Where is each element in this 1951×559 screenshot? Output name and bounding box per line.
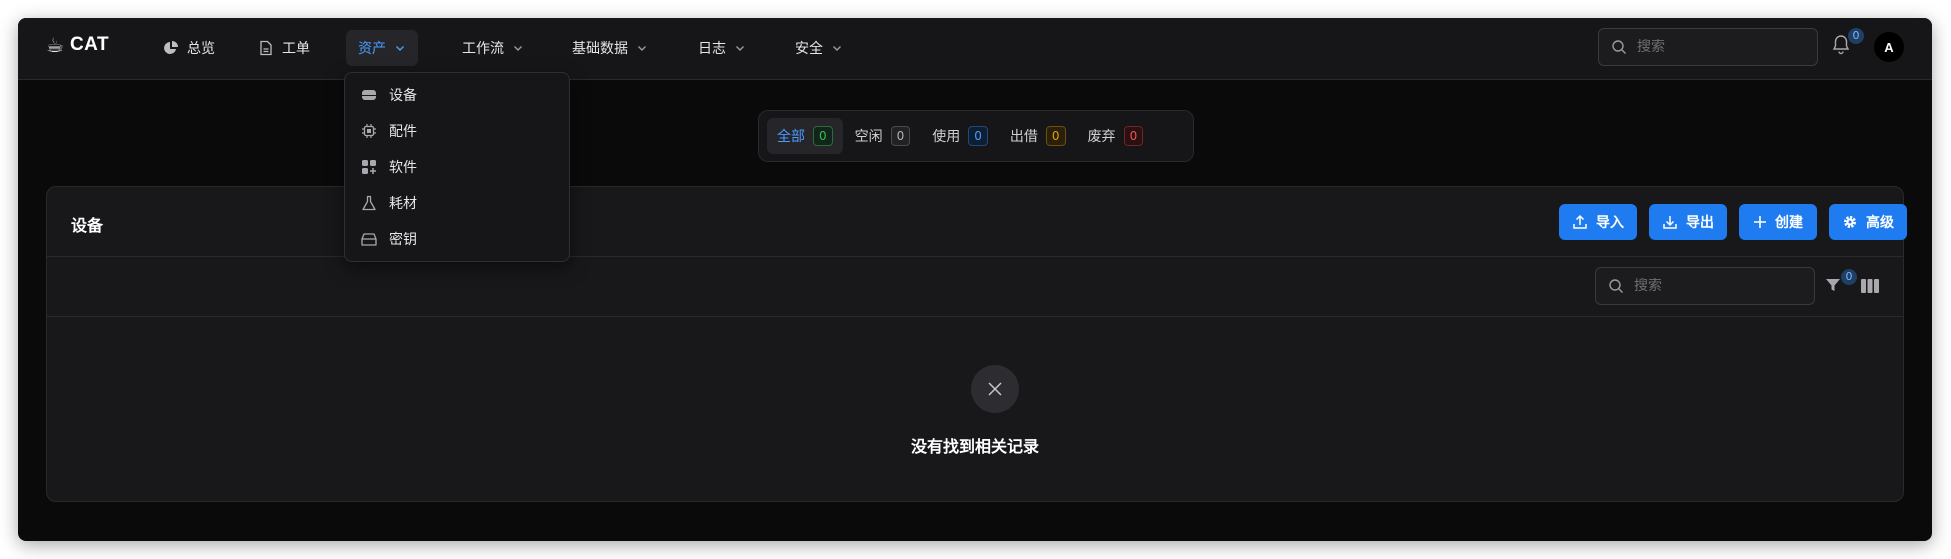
create-button[interactable]: 创建 [1739,204,1817,240]
table-search[interactable] [1595,267,1815,305]
avatar[interactable]: A [1874,32,1904,62]
global-search[interactable] [1598,28,1818,66]
menu-item-label: 配件 [389,124,417,140]
menu-item-label: 耗材 [389,196,417,212]
download-icon [1663,216,1677,229]
search-icon [1612,40,1626,54]
nav-item-label: 工单 [282,41,310,57]
status-count-badge: 0 [813,126,833,146]
advanced-button-label: 高级 [1866,215,1894,231]
close-icon [988,382,1002,396]
columns-icon[interactable] [1861,279,1879,293]
status-tab-label: 废弃 [1087,129,1116,145]
nav-item-assets[interactable]: 资产 [346,30,418,66]
empty-state-icon [971,365,1019,413]
coffee-icon: ☕ [46,33,64,57]
page-title: 设备 [71,216,104,235]
chip-icon [362,124,376,138]
status-tab-in-use[interactable]: 使用 0 [922,118,998,154]
menu-item-label: 软件 [389,160,417,176]
assets-dropdown-menu: 设备 配件 软件 耗材 密钥 [344,72,570,262]
menu-item-software[interactable]: 软件 [351,149,563,185]
status-tab-all[interactable]: 全部 0 [767,118,843,154]
status-count-badge: 0 [968,126,988,146]
device-card: 设备 导入 导出 创建 高级 0 [46,186,1907,502]
app-window: ☕ CAT 总览 工单 资产 工作流 基础数据 日志 安全 搜索 0 A 全部 … [18,18,1932,541]
nav-item-label: 资产 [358,41,386,57]
apps-icon [362,160,376,174]
upload-icon [1573,214,1587,229]
nav-item-label: 安全 [795,41,823,57]
status-tab-label: 空闲 [854,129,883,145]
notification-badge: 0 [1848,28,1864,44]
chevron-down-icon [736,46,744,51]
nav-item-tickets[interactable]: 工单 [246,30,322,66]
status-count-badge: 0 [1123,126,1144,146]
filter-icon[interactable] [1825,277,1841,293]
advanced-button[interactable]: 高级 [1829,204,1907,240]
create-button-label: 创建 [1775,215,1803,231]
key-drawer-icon [361,233,377,246]
plus-icon [1754,216,1766,228]
import-button[interactable]: 导入 [1559,204,1637,240]
card-header: 设备 导入 导出 创建 高级 [47,187,1907,257]
nav-item-label: 工作流 [462,41,504,57]
menu-item-label: 设备 [389,88,417,104]
menu-item-consumables[interactable]: 耗材 [351,185,563,221]
menu-item-licenses[interactable]: 密钥 [351,221,563,257]
global-search-input[interactable] [1637,39,1787,55]
top-navbar: ☕ CAT 总览 工单 资产 工作流 基础数据 日志 安全 搜索 0 A [18,18,1932,80]
status-tab-discarded[interactable]: 废弃 0 [1078,118,1154,154]
logo-text: CAT [69,34,110,55]
export-button[interactable]: 导出 [1649,204,1727,240]
status-tab-lent[interactable]: 出借 0 [1000,118,1076,154]
status-count-badge: 0 [890,126,911,146]
status-filter: 全部 0 空闲 0 使用 0 出借 0 废弃 0 [758,110,1194,162]
table-toolbar: 0 [47,257,1903,317]
chevron-down-icon [396,46,404,51]
status-tab-idle[interactable]: 空闲 0 [845,118,921,154]
server-icon [362,90,376,100]
document-icon [260,40,272,56]
menu-item-devices[interactable]: 设备 [351,77,563,113]
status-tab-label: 全部 [777,129,805,145]
logo[interactable]: ☕ CAT [46,34,109,56]
flask-icon [362,195,376,211]
status-tab-label: 出借 [1009,129,1038,145]
empty-state-text: 没有找到相关记录 [910,437,1039,456]
filter-count-badge: 0 [1841,269,1857,285]
status-count-badge: 0 [1045,126,1066,146]
nav-item-label: 总览 [187,41,215,57]
table-search-input[interactable] [1634,278,1784,294]
export-button-label: 导出 [1686,215,1714,231]
menu-item-label: 密钥 [389,232,417,248]
nav-item-overview[interactable]: 总览 [151,30,227,66]
menu-item-accessories[interactable]: 配件 [351,113,563,149]
search-icon [1609,279,1623,293]
chevron-down-icon [514,46,522,51]
gear-icon [1844,216,1856,228]
import-button-label: 导入 [1596,215,1624,231]
nav-item-label: 日志 [698,41,726,57]
chevron-down-icon [638,46,646,51]
pie-chart-icon [164,41,178,54]
nav-item-master-data[interactable]: 基础数据 [560,30,660,66]
nav-item-security[interactable]: 安全 [783,30,855,66]
nav-item-label: 基础数据 [572,41,628,57]
nav-item-logs[interactable]: 日志 [686,30,758,66]
nav-item-workflow[interactable]: 工作流 [450,30,536,66]
chevron-down-icon [833,46,841,51]
status-tab-label: 使用 [932,129,961,145]
